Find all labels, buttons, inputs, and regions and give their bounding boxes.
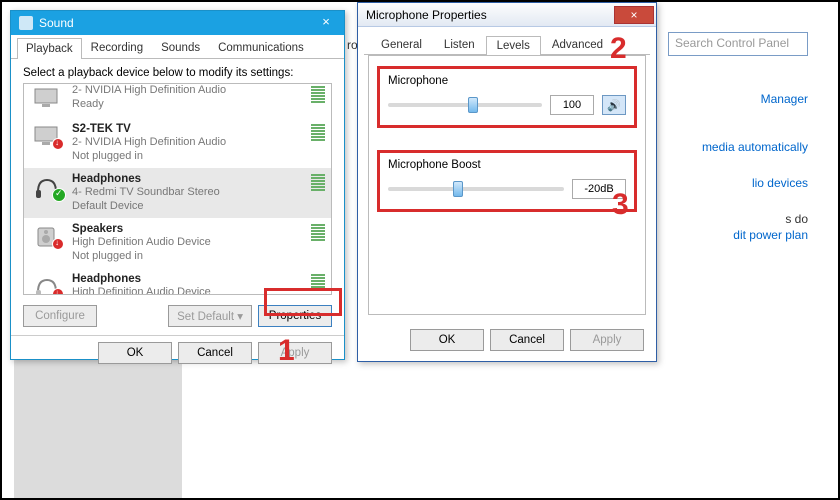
cancel-button[interactable]: Cancel [178,342,252,364]
tab-general[interactable]: General [370,35,433,54]
device-sub: High Definition Audio Device [72,236,307,250]
tab-sounds[interactable]: Sounds [152,37,209,58]
device-name: Headphones [72,172,307,186]
ok-button[interactable]: OK [410,329,484,351]
mic-boost-slider[interactable] [388,187,564,191]
device-name: Headphones [72,272,307,286]
microphone-properties-dialog: Microphone Properties × General Listen L… [357,2,657,362]
device-row[interactable]: Headphones High Definition Audio Device … [24,268,331,295]
level-meter-icon [311,86,325,103]
close-icon[interactable]: × [312,13,340,33]
tab-advanced[interactable]: Advanced [541,35,614,54]
mic-level-slider[interactable] [388,103,542,107]
level-meter-icon [311,174,325,191]
link-manager[interactable]: Manager [761,92,808,106]
tab-levels[interactable]: Levels [486,36,541,55]
mute-button[interactable]: 🔊 [602,95,626,115]
device-name: Speakers [72,222,307,236]
unplugged-badge-icon [52,238,64,250]
link-devices[interactable]: lio devices [752,176,808,190]
apply-button[interactable]: Apply [258,342,332,364]
sound-dialog: Sound × Playback Recording Sounds Commun… [10,10,345,360]
tab-recording[interactable]: Recording [82,37,152,58]
microphone-boost-group: Microphone Boost -20dB [377,150,637,212]
level-meter-icon [311,274,325,291]
control-panel-search-placeholder: Search Control Panel [675,36,789,50]
set-default-button[interactable]: Set Default [168,305,252,327]
device-row[interactable]: Headphones 4- Redmi TV Soundbar Stereo D… [24,168,331,218]
speaker-icon: 🔊 [607,99,621,112]
device-status: Not plugged in [72,150,307,164]
sound-title: Sound [39,16,74,30]
close-icon[interactable]: × [614,6,654,24]
device-row[interactable]: Speakers High Definition Audio Device No… [24,218,331,268]
device-status: Default Device [72,200,307,214]
device-status: Ready [72,98,307,112]
sound-tabs: Playback Recording Sounds Communications [11,35,344,59]
text-sdo: s do [785,212,808,226]
tab-listen[interactable]: Listen [433,35,486,54]
level-meter-icon [311,124,325,141]
mic-level-label: Microphone [388,75,626,87]
ok-button[interactable]: OK [98,342,172,364]
instruction-text: Select a playback device below to modify… [11,59,344,83]
mic-boost-value[interactable]: -20dB [572,179,626,199]
device-name: S2-TEK TV [72,122,307,136]
tab-communications[interactable]: Communications [209,37,313,58]
configure-button[interactable]: Configure [23,305,97,327]
unplugged-badge-icon [52,288,64,295]
mic-tabs: General Listen Levels Advanced [364,31,650,55]
default-badge-icon [52,188,66,202]
mic-title: Microphone Properties [366,8,487,22]
levels-pane: Microphone 100 🔊 Microphone Boost -20dB [368,55,646,315]
cancel-button[interactable]: Cancel [490,329,564,351]
device-status: Not plugged in [72,250,307,264]
sound-titlebar[interactable]: Sound × [11,11,344,35]
background-panel [14,348,182,498]
device-sub: High Definition Audio Device [72,286,307,295]
search-input[interactable]: Search Control Panel [668,32,808,56]
device-sub: 2- NVIDIA High Definition Audio [72,84,307,98]
device-list[interactable]: 2- NVIDIA High Definition Audio Ready S2… [23,83,332,295]
mic-titlebar[interactable]: Microphone Properties × [358,3,656,27]
device-row[interactable]: 2- NVIDIA High Definition Audio Ready [24,84,331,118]
tab-playback[interactable]: Playback [17,38,82,59]
device-row[interactable]: S2-TEK TV 2- NVIDIA High Definition Audi… [24,118,331,168]
level-meter-icon [311,224,325,241]
unplugged-badge-icon [52,138,64,150]
mic-boost-label: Microphone Boost [388,159,626,171]
device-sub: 4- Redmi TV Soundbar Stereo [72,186,307,200]
properties-button[interactable]: Properties [258,305,332,327]
monitor-icon [30,84,64,114]
sound-app-icon [19,16,33,30]
apply-button[interactable]: Apply [570,329,644,351]
device-sub: 2- NVIDIA High Definition Audio [72,136,307,150]
link-media[interactable]: media automatically [702,140,808,154]
microphone-level-group: Microphone 100 🔊 [377,66,637,128]
link-power-plan[interactable]: dit power plan [733,228,808,242]
mic-level-value[interactable]: 100 [550,95,594,115]
